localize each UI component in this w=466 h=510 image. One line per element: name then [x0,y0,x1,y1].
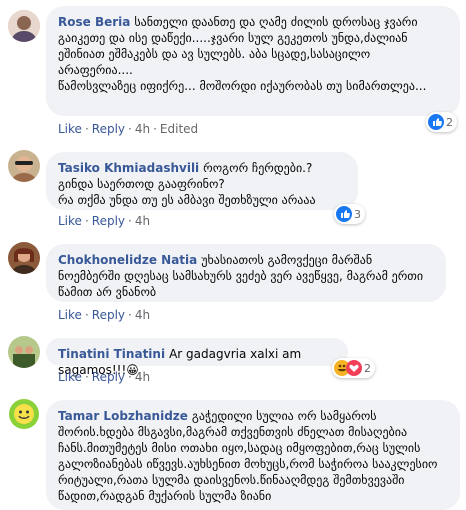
comment-actions: Like · Reply · 4h [58,308,151,322]
avatar[interactable] [8,336,40,368]
comment-actions: Like · Reply · 4h · Edited [58,122,199,136]
reaction-summary[interactable]: 2 [332,358,375,378]
smiley-avatar-icon [9,399,39,429]
comment-author[interactable]: Rose Beria [58,15,130,29]
comment-time[interactable]: 4h [135,214,150,228]
reply-link[interactable]: Reply [92,214,125,228]
edited-label: Edited [159,122,199,136]
reply-link[interactable]: Reply [92,122,125,136]
comment-bubble: Tasiko Khmiadashvili როგორ ჩერდები.? გინდ… [46,152,358,210]
comment-author[interactable]: Chokhonelidze Natia [58,253,197,267]
avatar[interactable] [8,10,40,42]
avatar-photo-icon [8,150,40,182]
comment-author[interactable]: Tinatini Tinatini [58,347,165,361]
comment-author[interactable]: Tasiko Khmiadashvili [58,161,199,175]
like-reaction-icon [428,114,444,130]
reaction-summary[interactable]: 2 [426,112,457,132]
reaction-count: 3 [354,207,361,221]
like-link[interactable]: Like [58,214,82,228]
avatar-photo-icon [8,336,40,368]
avatar-photo-icon [8,242,40,274]
avatar-photo-icon [8,10,40,42]
avatar[interactable] [8,242,40,274]
avatar[interactable] [8,398,40,430]
comment-actions: Like · Reply · 4h [58,370,151,384]
avatar[interactable] [8,150,40,182]
comment-time[interactable]: 4h [135,122,150,136]
reaction-count: 2 [446,115,453,129]
love-reaction-icon [346,360,362,376]
comment-author[interactable]: Tamar Lobzhanidze [58,409,188,423]
comment-time[interactable]: 4h [135,308,150,322]
reply-link[interactable]: Reply [92,370,125,384]
comment-time[interactable]: 4h [135,370,150,384]
comment-actions: Like · Reply · 4h [58,214,151,228]
reaction-summary[interactable]: 3 [334,204,365,224]
comment-bubble: Tamar Lobzhanidze გაჭედილი სულია ორ სამყა… [46,400,460,510]
reaction-count: 2 [364,361,371,375]
comment-text: გაჭედილი სულია ორ სამყაროს შორის.ხდება მ… [58,409,442,503]
comment-bubble: Rose Beria სანთელი დაანთე და ღამე ძილის დ… [46,6,460,116]
like-reaction-icon [336,206,352,222]
like-link[interactable]: Like [58,308,82,322]
comment-bubble: Chokhonelidze Natia უხასიათოს გამოვქეცი მ… [46,244,446,302]
reply-link[interactable]: Reply [92,308,125,322]
comment-bubble: Tinatini Tinatini Ar gadagvria xalxi am s… [46,338,348,377]
like-link[interactable]: Like [58,370,82,384]
like-link[interactable]: Like [58,122,82,136]
